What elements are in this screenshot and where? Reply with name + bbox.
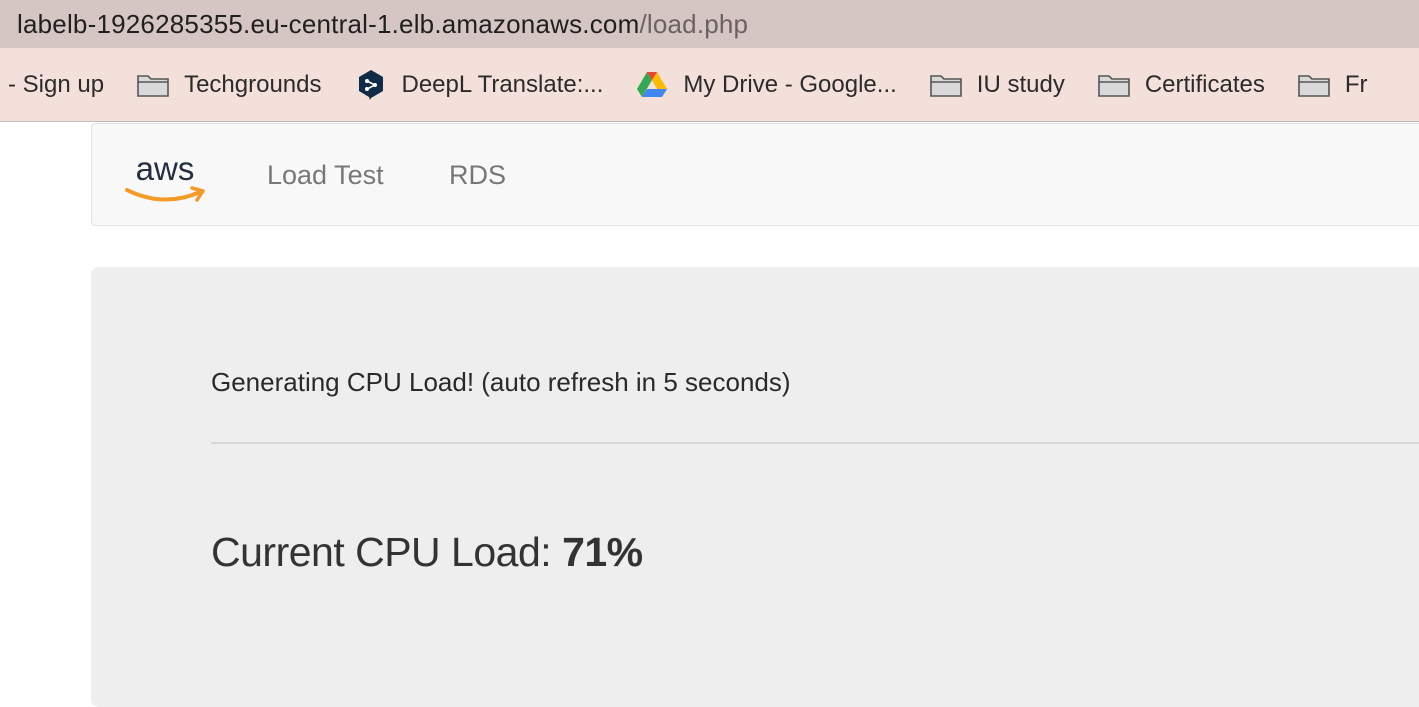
bookmark-label: Techgrounds — [184, 70, 322, 98]
address-bar[interactable]: labelb-1926285355.eu-central-1.elb.amazo… — [0, 0, 1419, 48]
bookmark-google-drive[interactable]: My Drive - Google... — [635, 70, 897, 99]
bookmark-label: DeepL Translate:... — [401, 70, 604, 98]
cpu-load-label: Current CPU Load: — [211, 529, 563, 575]
bookmark-label: Fr — [1344, 70, 1368, 98]
nav-link-rds[interactable]: RDS — [449, 160, 506, 191]
folder-icon — [929, 71, 963, 99]
status-message: Generating CPU Load! (auto refresh in 5 … — [211, 367, 791, 397]
bookmarks-bar: - Sign up Techgrounds DeepL Translate:..… — [0, 48, 1419, 122]
nav-link-load-test[interactable]: Load Test — [267, 160, 384, 191]
deepl-icon — [354, 69, 388, 100]
url-path: /load.php — [639, 8, 749, 39]
bookmark-label: My Drive - Google... — [683, 70, 897, 98]
bookmark-folder-iu-study[interactable]: IU study — [929, 71, 1065, 99]
aws-logo[interactable]: aws — [124, 150, 208, 208]
bookmark-deepl[interactable]: DeepL Translate:... — [354, 69, 604, 100]
bookmark-folder-techgrounds[interactable]: Techgrounds — [136, 70, 322, 99]
bookmark-folder-fr[interactable]: Fr — [1297, 71, 1368, 99]
jumbotron: Generating CPU Load! (auto refresh in 5 … — [91, 267, 1419, 707]
cpu-load-value: 71% — [562, 529, 643, 575]
bookmark-sign-up[interactable]: - Sign up — [8, 71, 104, 99]
folder-icon — [1297, 71, 1331, 99]
aws-logo-text: aws — [136, 150, 195, 187]
folder-icon — [1097, 71, 1131, 99]
url-host: labelb-1926285355.eu-central-1.elb.amazo… — [17, 8, 640, 39]
navbar: aws Load Test RDS — [91, 123, 1419, 226]
bookmark-label: - Sign up — [8, 70, 105, 98]
divider — [211, 442, 1419, 444]
cpu-load-readout: Current CPU Load: 71% — [211, 529, 643, 576]
folder-icon — [136, 71, 170, 99]
google-drive-icon — [635, 71, 669, 99]
bookmark-folder-certificates[interactable]: Certificates — [1097, 71, 1265, 99]
bookmark-label: Certificates — [1144, 70, 1265, 98]
bookmark-label: IU study — [976, 70, 1065, 98]
